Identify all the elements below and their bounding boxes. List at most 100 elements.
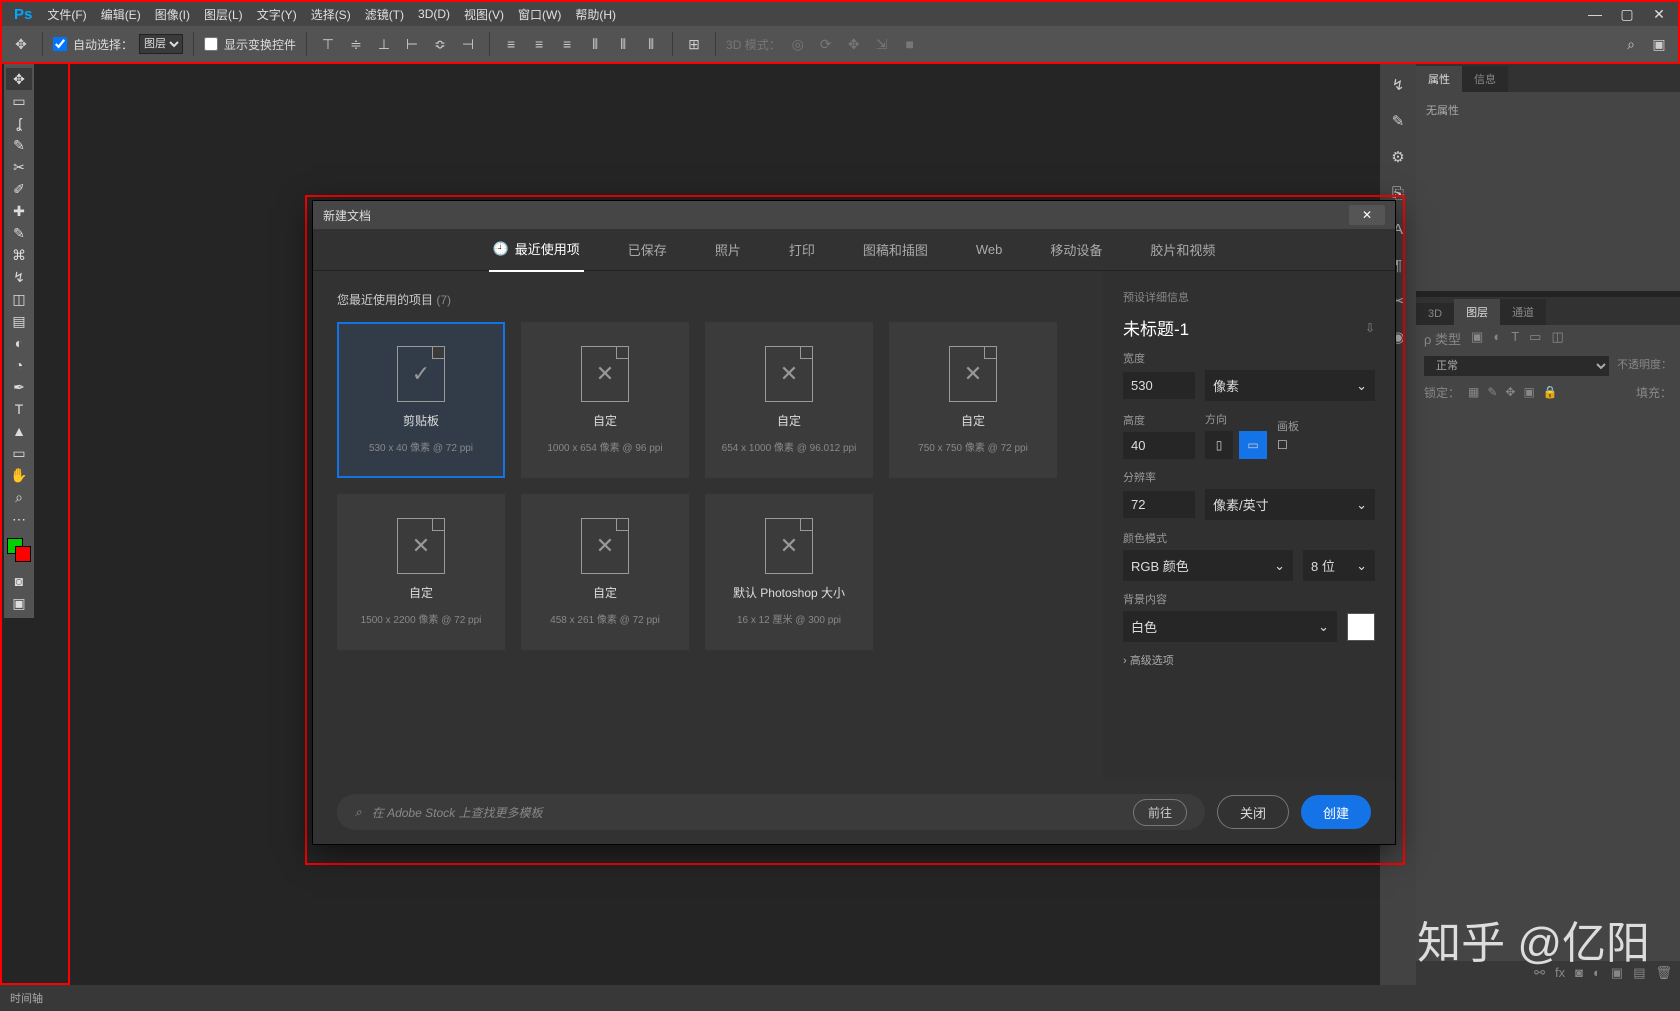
menu-help[interactable]: 帮助(H): [568, 6, 623, 23]
tab-art[interactable]: 图稿和插图: [859, 228, 932, 271]
tab-channels[interactable]: 通道: [1500, 299, 1546, 325]
distribute-left-icon[interactable]: ⦀: [584, 33, 606, 55]
history-brush-tool-icon[interactable]: ↯: [6, 266, 32, 288]
distribute-bottom-icon[interactable]: ≡: [556, 33, 578, 55]
quick-mask-icon[interactable]: ◙: [6, 570, 32, 592]
tab-saved[interactable]: 已保存: [624, 228, 671, 271]
distribute-vcenter-icon[interactable]: ≡: [528, 33, 550, 55]
align-bottom-icon[interactable]: ⊥: [373, 33, 395, 55]
lock-transparent-icon[interactable]: ▦: [1468, 385, 1479, 399]
workspace-icon[interactable]: ▣: [1648, 33, 1670, 55]
shape-tool-icon[interactable]: ▭: [6, 442, 32, 464]
menu-image[interactable]: 图像(I): [148, 6, 197, 23]
lock-all-icon[interactable]: 🔒: [1543, 385, 1558, 399]
filter-shape-icon[interactable]: ▭: [1529, 329, 1541, 348]
height-input[interactable]: [1123, 432, 1195, 459]
tab-web[interactable]: Web: [972, 230, 1007, 269]
resolution-unit-select[interactable]: 像素/英寸⌄: [1205, 489, 1375, 520]
orient-portrait[interactable]: ▯: [1205, 431, 1233, 459]
filter-kind-select[interactable]: ρ 类型: [1424, 329, 1461, 348]
window-minimize-icon[interactable]: —: [1580, 6, 1610, 23]
filter-pixel-icon[interactable]: ▣: [1471, 329, 1483, 348]
advanced-toggle[interactable]: › 高级选项: [1123, 652, 1375, 668]
lock-pixels-icon[interactable]: ✎: [1487, 385, 1497, 399]
delete-layer-icon[interactable]: 🗑: [1655, 965, 1672, 981]
tab-recent[interactable]: 🕘最近使用项: [489, 227, 584, 272]
edit-toolbar-icon[interactable]: ⋯: [6, 508, 32, 530]
lock-artboard-icon[interactable]: ▣: [1523, 385, 1534, 399]
orient-landscape[interactable]: ▭: [1239, 431, 1267, 459]
search-icon[interactable]: ⌕: [1620, 33, 1642, 55]
preset-card[interactable]: ✓ 剪贴板 530 x 40 像素 @ 72 ppi: [337, 322, 505, 478]
brush-settings-icon[interactable]: ⚙: [1387, 146, 1409, 168]
lock-position-icon[interactable]: ✥: [1505, 385, 1515, 399]
tab-info[interactable]: 信息: [1462, 66, 1508, 92]
align-left-icon[interactable]: ⊢: [401, 33, 423, 55]
preset-card[interactable]: ✕ 自定 1500 x 2200 像素 @ 72 ppi: [337, 494, 505, 650]
tab-mobile[interactable]: 移动设备: [1046, 228, 1106, 271]
tab-properties[interactable]: 属性: [1416, 66, 1462, 92]
align-hcenter-icon[interactable]: ≎: [429, 33, 451, 55]
menu-type[interactable]: 文字(Y): [250, 6, 304, 23]
menu-layer[interactable]: 图层(L): [197, 6, 250, 23]
menu-select[interactable]: 选择(S): [304, 6, 358, 23]
create-button[interactable]: 创建: [1301, 795, 1371, 829]
close-button[interactable]: 关闭: [1217, 795, 1289, 829]
menu-window[interactable]: 窗口(W): [511, 6, 568, 23]
hand-tool-icon[interactable]: ✋: [6, 464, 32, 486]
distribute-top-icon[interactable]: ≡: [500, 33, 522, 55]
align-vcenter-icon[interactable]: ≑: [345, 33, 367, 55]
tab-print[interactable]: 打印: [785, 228, 819, 271]
preset-card[interactable]: ✕ 自定 654 x 1000 像素 @ 96.012 ppi: [705, 322, 873, 478]
healing-tool-icon[interactable]: ✚: [6, 200, 32, 222]
eraser-tool-icon[interactable]: ◫: [6, 288, 32, 310]
quick-select-tool-icon[interactable]: ✎: [6, 134, 32, 156]
filter-adjust-icon[interactable]: ◐: [1493, 329, 1501, 348]
tab-layers[interactable]: 图层: [1454, 299, 1500, 325]
window-maximize-icon[interactable]: ▢: [1612, 6, 1642, 23]
show-transform-checkbox[interactable]: [204, 37, 218, 51]
window-close-icon[interactable]: ✕: [1644, 6, 1674, 23]
filter-smart-icon[interactable]: ◫: [1551, 329, 1563, 348]
dialog-close-icon[interactable]: ✕: [1349, 205, 1385, 225]
save-preset-icon[interactable]: ⇩: [1365, 321, 1375, 335]
3d-pan-icon[interactable]: ✥: [843, 33, 865, 55]
doc-name[interactable]: 未标题-1: [1123, 315, 1189, 340]
auto-align-icon[interactable]: ⊞: [683, 33, 705, 55]
color-depth-select[interactable]: 8 位⌄: [1303, 550, 1375, 581]
menu-filter[interactable]: 滤镜(T): [358, 6, 411, 23]
stock-go-button[interactable]: 前往: [1133, 799, 1187, 826]
preset-card[interactable]: ✕ 自定 1000 x 654 像素 @ 96 ppi: [521, 322, 689, 478]
timeline-label[interactable]: 时间轴: [10, 990, 43, 1006]
menu-edit[interactable]: 编辑(E): [94, 6, 148, 23]
color-swatch[interactable]: [7, 538, 31, 562]
color-mode-select[interactable]: RGB 颜色⌄: [1123, 550, 1293, 581]
3d-roll-icon[interactable]: ⟳: [815, 33, 837, 55]
stock-search[interactable]: ⌕ 在 Adobe Stock 上查找更多模板 前往: [337, 794, 1205, 830]
history-panel-icon[interactable]: ↯: [1387, 74, 1409, 96]
resolution-input[interactable]: [1123, 491, 1195, 518]
artboard-checkbox[interactable]: ☐: [1277, 438, 1299, 452]
3d-orbit-icon[interactable]: ◎: [787, 33, 809, 55]
distribute-hcenter-icon[interactable]: ⦀: [612, 33, 634, 55]
preset-card[interactable]: ✕ 自定 750 x 750 像素 @ 72 ppi: [889, 322, 1057, 478]
bg-select[interactable]: 白色⌄: [1123, 611, 1337, 642]
width-input[interactable]: [1123, 372, 1195, 399]
tab-photo[interactable]: 照片: [711, 228, 745, 271]
crop-tool-icon[interactable]: ✂: [6, 156, 32, 178]
gradient-tool-icon[interactable]: ▤: [6, 310, 32, 332]
width-unit-select[interactable]: 像素⌄: [1205, 370, 1375, 401]
brush-panel-icon[interactable]: ✎: [1387, 110, 1409, 132]
type-tool-icon[interactable]: T: [6, 398, 32, 420]
move-tool-icon[interactable]: ✥: [10, 33, 32, 55]
distribute-right-icon[interactable]: ⦀: [640, 33, 662, 55]
eyedropper-tool-icon[interactable]: ✐: [6, 178, 32, 200]
brush-tool-icon[interactable]: ✎: [6, 222, 32, 244]
screen-mode-icon[interactable]: ▣: [6, 592, 32, 614]
3d-zoom-icon[interactable]: ■: [899, 33, 921, 55]
menu-3d[interactable]: 3D(D): [411, 7, 457, 21]
bg-swatch[interactable]: [1347, 613, 1375, 641]
preset-card[interactable]: ✕ 默认 Photoshop 大小 16 x 12 厘米 @ 300 ppi: [705, 494, 873, 650]
filter-type-icon[interactable]: T: [1511, 329, 1519, 348]
align-top-icon[interactable]: ⊤: [317, 33, 339, 55]
